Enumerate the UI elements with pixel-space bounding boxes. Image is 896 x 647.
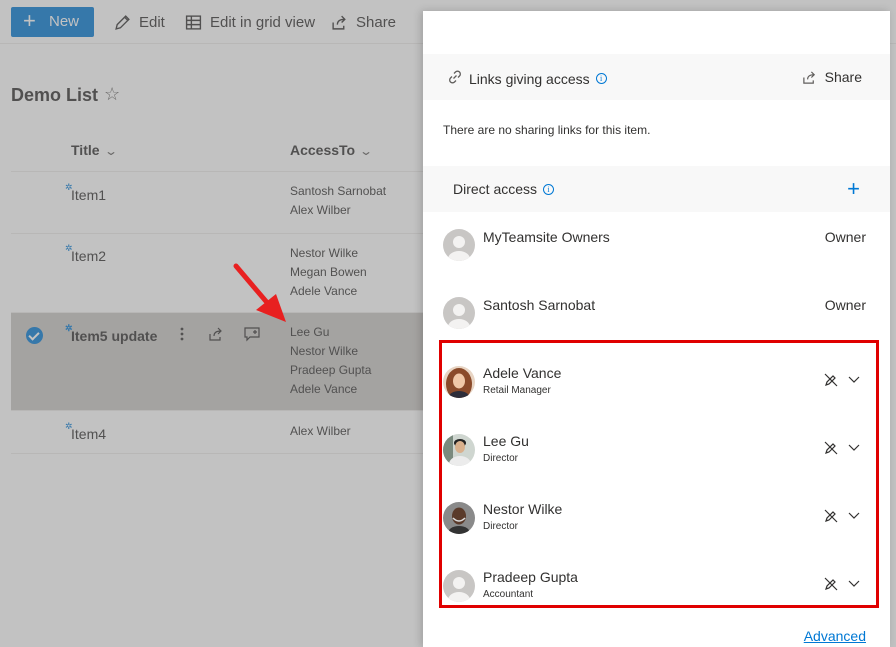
- no-edit-icon[interactable]: [824, 577, 838, 591]
- chevron-down-icon[interactable]: [848, 512, 860, 520]
- permission-label: Owner: [824, 229, 866, 245]
- no-edit-icon[interactable]: [824, 441, 838, 455]
- permission-controls: [824, 373, 860, 387]
- default-person-avatar: [443, 229, 475, 261]
- permission-controls: [824, 509, 860, 523]
- access-person-row[interactable]: MyTeamsite Owners Owner: [423, 215, 890, 283]
- chevron-down-icon[interactable]: [848, 376, 860, 384]
- person-name: MyTeamsite Owners: [483, 229, 610, 245]
- add-people-button[interactable]: +: [847, 176, 860, 202]
- person-role: Director: [483, 453, 519, 464]
- person-photo-avatar: [443, 502, 475, 534]
- access-person-row[interactable]: Santosh Sarnobat Owner: [423, 283, 890, 351]
- share-link-button[interactable]: Share: [802, 69, 862, 85]
- chevron-down-icon[interactable]: [848, 580, 860, 588]
- annotation-arrow: [233, 263, 286, 322]
- no-links-message: There are no sharing links for this item…: [443, 123, 651, 137]
- permission-controls: [824, 577, 860, 591]
- default-person-avatar: [443, 570, 475, 602]
- manage-access-panel: Links giving access i Share There are no…: [423, 11, 890, 647]
- person-name: Santosh Sarnobat: [483, 297, 596, 313]
- person-role: Accountant: [483, 589, 534, 600]
- info-icon[interactable]: i: [595, 73, 607, 84]
- person-role: Retail Manager: [483, 385, 551, 396]
- person-name: Lee Gu: [483, 433, 529, 449]
- share-link-button-label: Share: [824, 69, 862, 85]
- advanced-link[interactable]: Advanced: [804, 628, 866, 644]
- chevron-down-icon[interactable]: [848, 444, 860, 452]
- plus-icon: +: [847, 176, 860, 201]
- person-photo-avatar: [443, 366, 475, 398]
- links-section-label: Links giving access: [469, 70, 590, 87]
- person-name: Nestor Wilke: [483, 501, 563, 517]
- access-person-row[interactable]: Pradeep Gupta Accountant: [423, 555, 890, 623]
- direct-access-label: Direct access: [453, 181, 538, 197]
- no-edit-icon[interactable]: [824, 373, 838, 387]
- person-name: Pradeep Gupta: [483, 569, 578, 585]
- links-giving-access-section: Links giving access i Share: [423, 54, 890, 100]
- permission-label: Owner: [824, 297, 866, 313]
- info-icon[interactable]: i: [543, 183, 555, 195]
- permission-controls: [824, 441, 860, 455]
- access-person-row[interactable]: Adele Vance Retail Manager: [423, 351, 890, 419]
- person-photo-avatar: [443, 434, 475, 466]
- access-person-row[interactable]: Nestor Wilke Director: [423, 487, 890, 555]
- share-icon: [802, 70, 815, 84]
- access-person-row[interactable]: Lee Gu Director: [423, 419, 890, 487]
- panel-header: [423, 11, 890, 55]
- direct-access-section: Direct access i +: [423, 166, 890, 212]
- no-edit-icon[interactable]: [824, 509, 838, 523]
- person-name: Adele Vance: [483, 365, 562, 381]
- link-icon: [447, 69, 463, 88]
- person-role: Director: [483, 521, 519, 532]
- default-person-avatar: [443, 297, 475, 329]
